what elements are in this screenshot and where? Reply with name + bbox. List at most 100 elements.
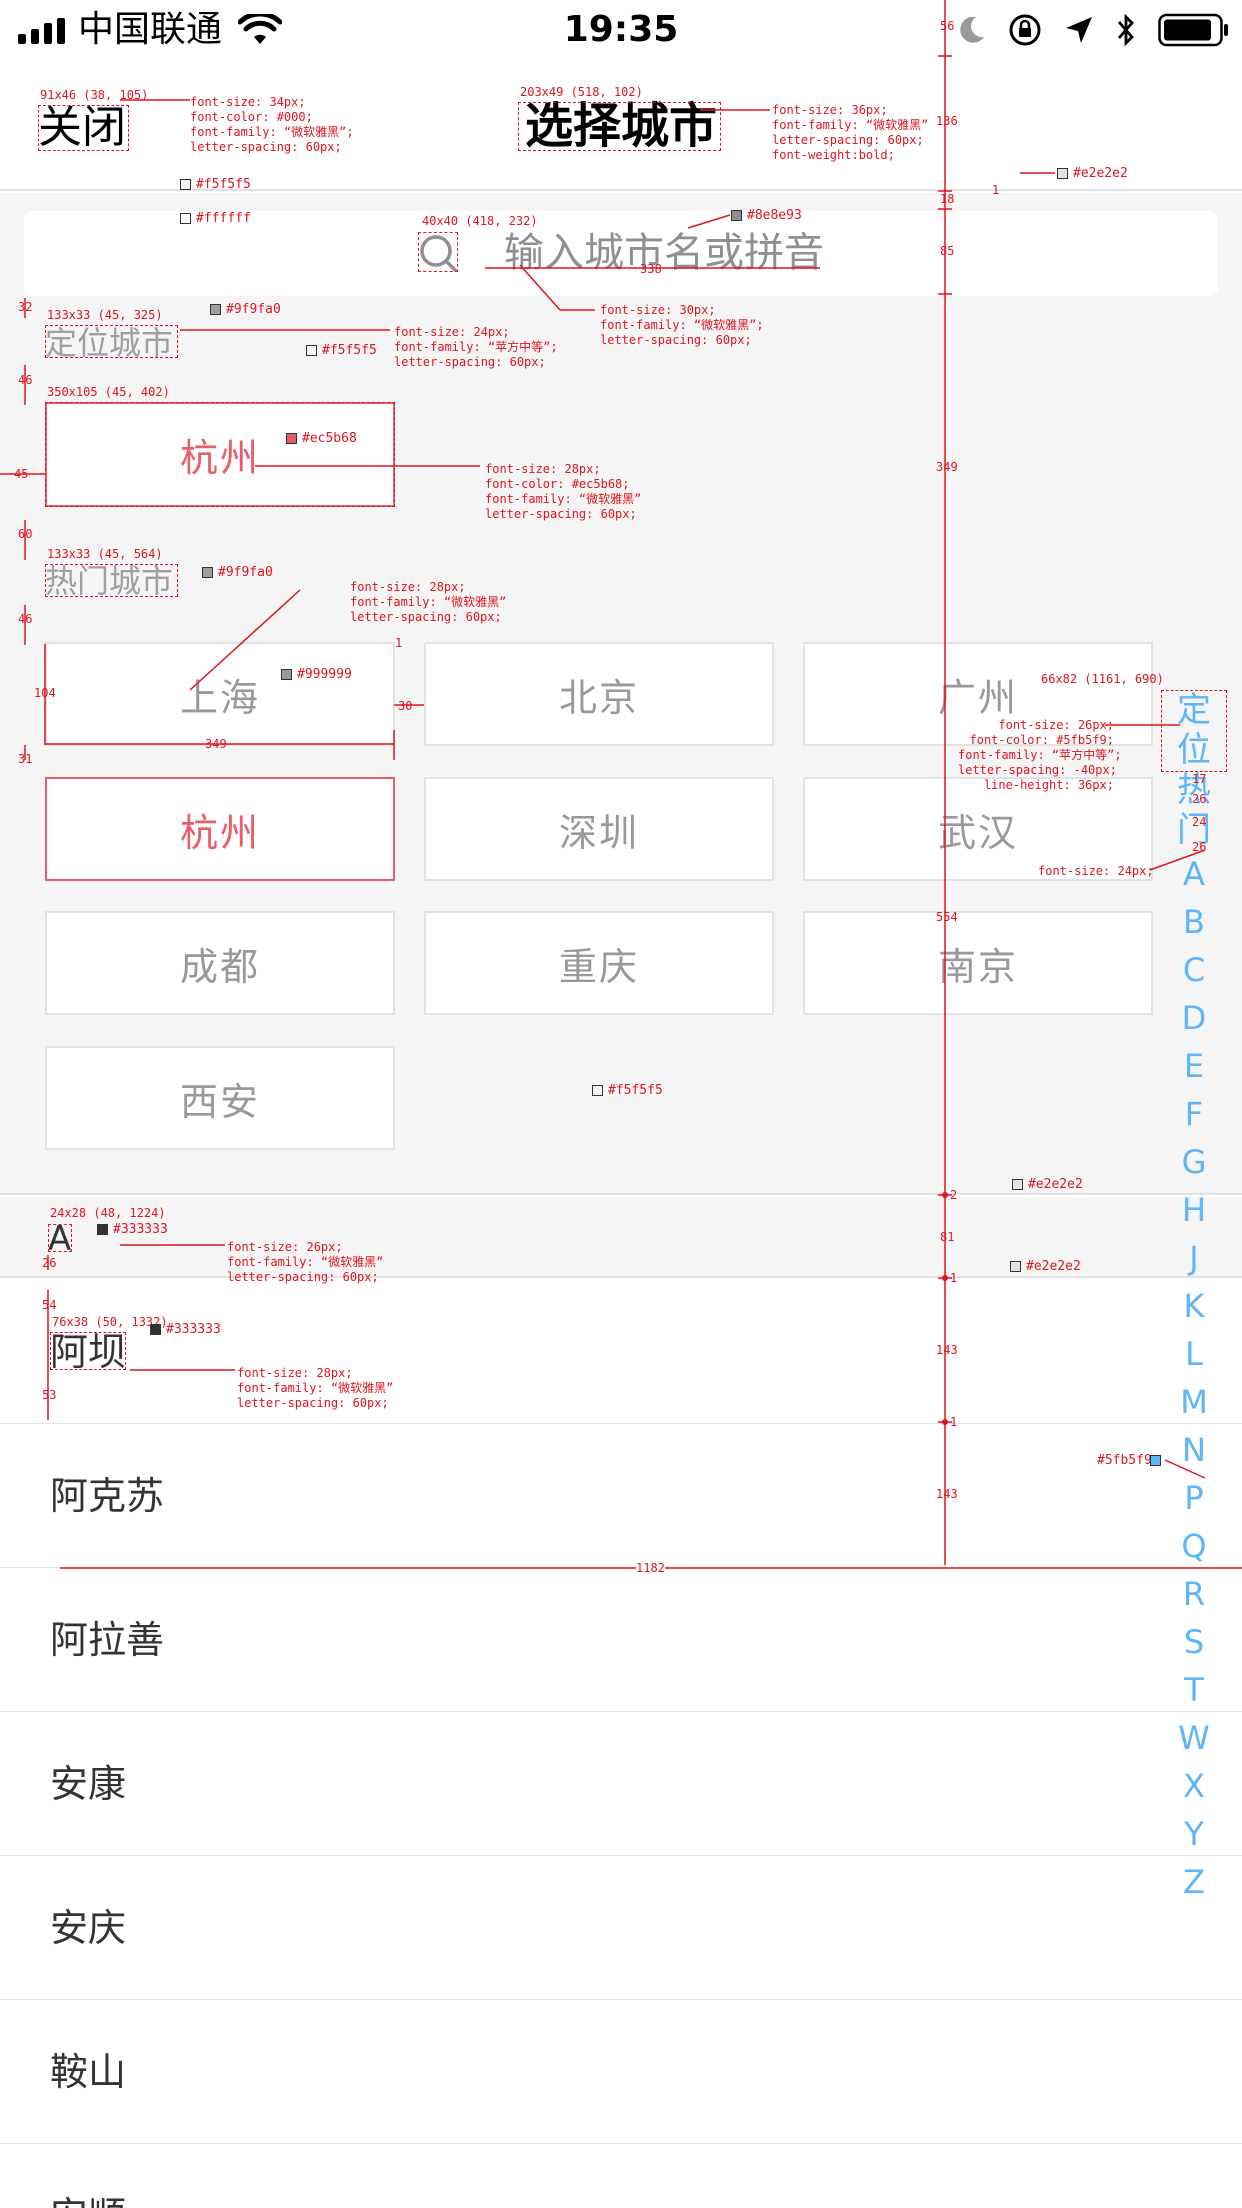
index-letter-h[interactable]: H	[1161, 1186, 1227, 1234]
redline-style-note: font-size: 28px; font-family: “微软雅黑” lette…	[350, 580, 507, 624]
color-swatch-label: #9f9fa0	[226, 302, 281, 317]
list-item-label: 阿拉善	[50, 1618, 165, 1662]
redline-dim-number: 104	[34, 686, 56, 700]
color-swatch	[1150, 1455, 1161, 1466]
redline-box	[48, 1224, 72, 1252]
color-swatch	[150, 1324, 161, 1335]
redline-box	[45, 402, 395, 507]
redline-dim-label: 24x28 (48, 1224)	[50, 1206, 166, 1220]
index-letter-w[interactable]: W	[1161, 1714, 1227, 1762]
index-letter-a[interactable]: A	[1161, 850, 1227, 898]
hot-city-beijing[interactable]: 北京	[424, 642, 774, 746]
redline-dim-number: 31	[18, 752, 33, 766]
redline-box	[50, 1332, 126, 1370]
redline-dim-number: 349	[936, 460, 958, 474]
color-swatch	[202, 567, 213, 578]
hot-city-xian[interactable]: 西安	[45, 1046, 395, 1150]
redline-dim-number: 26	[1192, 792, 1207, 806]
redline-box	[45, 564, 178, 597]
list-item[interactable]: 鞍山	[0, 2000, 1242, 2144]
color-swatch-label: #8e8e93	[747, 208, 802, 223]
location-arrow-icon	[1066, 17, 1092, 43]
index-letter-f[interactable]: F	[1161, 1090, 1227, 1138]
redline-dim-number: 1	[950, 1415, 958, 1429]
redline-dim-number: 1182	[636, 1561, 665, 1576]
redline-dim-number: 30	[398, 699, 413, 713]
redline-style-note: font-size: 24px; font-family: “苹方中等”; lett…	[394, 325, 558, 369]
index-letter-k[interactable]: K	[1161, 1282, 1227, 1330]
redline-dim-label: 133x33 (45, 325)	[47, 308, 163, 322]
index-letter-l[interactable]: L	[1161, 1330, 1227, 1378]
bluetooth-icon	[1117, 13, 1134, 47]
color-swatch-label: #ffffff	[196, 211, 251, 226]
color-swatch	[180, 179, 191, 190]
list-item-label: 鞍山	[50, 2050, 127, 2094]
redline-dim-label: 40x40 (418, 232)	[422, 214, 538, 228]
color-swatch-label: #f5f5f5	[196, 177, 251, 192]
battery-icon	[1158, 13, 1228, 47]
redline-style-note: font-size: 30px; font-family: “微软雅黑”; lett…	[600, 303, 764, 347]
redline-dim-number: 136	[936, 114, 958, 128]
rotation-lock-icon	[1009, 14, 1041, 46]
index-letter-p[interactable]: P	[1161, 1474, 1227, 1522]
index-letter-r[interactable]: R	[1161, 1570, 1227, 1618]
redline-dim-number: 53	[42, 1388, 57, 1402]
index-letter-z[interactable]: Z	[1161, 1858, 1227, 1906]
color-swatch-label: #f5f5f5	[322, 343, 377, 358]
hot-city-hangzhou[interactable]: 杭州	[45, 777, 395, 881]
index-letters: ABCDEFGHJKLMNPQRSTWXYZ	[1161, 850, 1227, 1906]
index-letter-q[interactable]: Q	[1161, 1522, 1227, 1570]
color-swatch-label: #e2e2e2	[1073, 166, 1128, 181]
index-letter-x[interactable]: X	[1161, 1762, 1227, 1810]
color-swatch	[180, 213, 191, 224]
redline-dim-number: 1	[950, 1271, 958, 1285]
hot-city-shenzhen[interactable]: 深圳	[424, 777, 774, 881]
list-item-label: 阿克苏	[50, 1474, 165, 1518]
redline-dim-number: 26	[42, 1256, 57, 1270]
list-item[interactable]: 阿克苏	[0, 1424, 1242, 1568]
redline-box	[1161, 690, 1227, 772]
redline-dim-number: 17	[1192, 772, 1207, 786]
list-item[interactable]: 阿拉善	[0, 1568, 1242, 1712]
index-letter-j[interactable]: J	[1161, 1234, 1227, 1282]
list-item[interactable]: 阿坝	[0, 1280, 1242, 1424]
color-swatch	[1010, 1261, 1021, 1272]
color-swatch	[1012, 1179, 1023, 1190]
redline-dim-number: 46	[18, 612, 33, 626]
redline-box	[418, 232, 458, 272]
status-icons	[936, 12, 1230, 48]
hot-city-nanjing[interactable]: 南京	[803, 911, 1153, 1015]
redline-dim-label: 203x49 (518, 102)	[520, 85, 643, 99]
index-letter-d[interactable]: D	[1161, 994, 1227, 1042]
redline-dim-number: 554	[936, 910, 958, 924]
color-swatch	[731, 210, 742, 221]
index-letter-n[interactable]: N	[1161, 1426, 1227, 1474]
list-item[interactable]: 安康	[0, 1712, 1242, 1856]
index-letter-t[interactable]: T	[1161, 1666, 1227, 1714]
hot-city-chengdu[interactable]: 成都	[45, 911, 395, 1015]
redline-style-note: font-size: 26px; font-family: “微软雅黑” lette…	[227, 1240, 384, 1284]
color-swatch-label: #e2e2e2	[1028, 1177, 1083, 1192]
color-swatch	[306, 345, 317, 356]
index-letter-m[interactable]: M	[1161, 1378, 1227, 1426]
redline-style-note: font-size: 24px;	[1038, 864, 1154, 878]
redline-style-note: font-size: 26px; font-color: #5fb5f9; font…	[958, 718, 1122, 792]
search-input[interactable]	[504, 221, 904, 285]
hot-city-chongqing[interactable]: 重庆	[424, 911, 774, 1015]
index-letter-g[interactable]: G	[1161, 1138, 1227, 1186]
color-swatch-label: #5fb5f9	[1097, 1453, 1152, 1468]
redline-dim-number: 24	[1192, 815, 1207, 829]
color-swatch-label: #999999	[297, 667, 352, 682]
color-swatch	[210, 304, 221, 315]
index-letter-c[interactable]: C	[1161, 946, 1227, 994]
list-item[interactable]: 安庆	[0, 1856, 1242, 2000]
index-letter-b[interactable]: B	[1161, 898, 1227, 946]
index-letter-y[interactable]: Y	[1161, 1810, 1227, 1858]
index-letter-s[interactable]: S	[1161, 1618, 1227, 1666]
index-letter-e[interactable]: E	[1161, 1042, 1227, 1090]
redline-box	[38, 105, 129, 151]
hot-city-shanghai[interactable]: 上海	[45, 642, 395, 746]
list-item[interactable]: 安顺	[0, 2144, 1242, 2208]
redline-style-note: font-size: 36px; font-family: “微软雅黑” lette…	[772, 103, 929, 162]
redline-style-note: font-size: 28px; font-color: #ec5b68; font…	[485, 462, 642, 521]
